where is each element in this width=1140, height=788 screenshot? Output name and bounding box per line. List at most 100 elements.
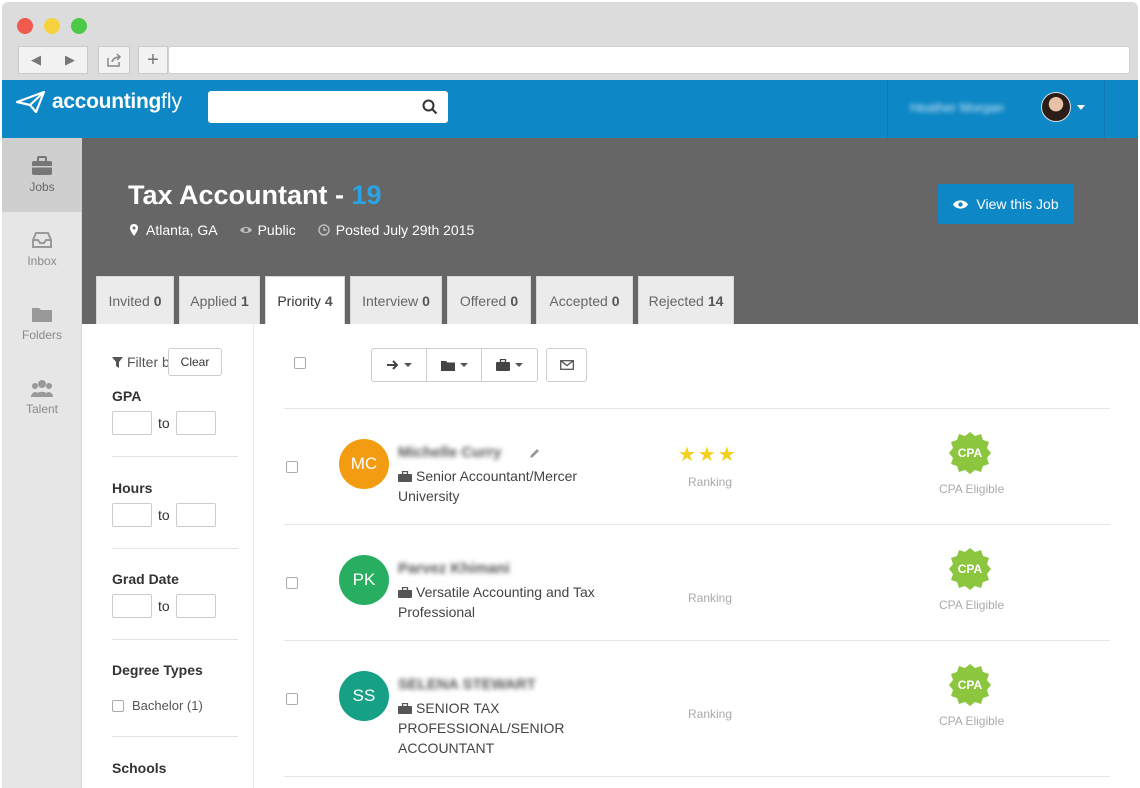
bulk-actions <box>371 348 538 382</box>
divider <box>112 736 238 737</box>
select-all-checkbox[interactable] <box>294 357 306 369</box>
forward-button[interactable]: ▶ <box>53 52 87 68</box>
tab-accepted[interactable]: Accepted 0 <box>536 276 633 324</box>
sidebar-label-inbox: Inbox <box>27 254 57 268</box>
tab-rejected[interactable]: Rejected 14 <box>638 276 734 324</box>
candidate-name[interactable]: Michelle Curry <box>398 444 501 461</box>
search-input[interactable] <box>208 91 448 123</box>
bachelor-filter[interactable]: Bachelor (1) <box>112 698 203 713</box>
divider <box>284 640 1110 641</box>
grad-date-range: to <box>112 594 216 618</box>
folder-button[interactable] <box>427 349 482 381</box>
tab-priority[interactable]: Priority 4 <box>265 276 345 324</box>
map-marker-icon <box>130 224 138 236</box>
candidate-headline: Senior Accountant/Mercer University <box>398 466 598 506</box>
new-tab-button[interactable]: + <box>138 46 168 74</box>
close-window-button[interactable] <box>17 18 33 34</box>
sidebar-item-inbox[interactable]: Inbox <box>2 212 82 286</box>
candidate-name[interactable]: Parvez Khimani <box>398 560 510 577</box>
grad-date-min-input[interactable] <box>112 594 152 618</box>
avatar[interactable]: SS <box>339 671 389 721</box>
hours-min-input[interactable] <box>112 503 152 527</box>
view-job-button[interactable]: View this Job <box>938 184 1074 224</box>
job-visibility-text: Public <box>257 222 296 238</box>
url-bar[interactable] <box>168 46 1130 74</box>
filters-panel: Filter b Clear GPA to Hours to Grad Date… <box>82 324 254 788</box>
filter-label: Filter b <box>127 354 170 370</box>
gpa-min-input[interactable] <box>112 411 152 435</box>
tab-applied[interactable]: Applied 1 <box>179 276 260 324</box>
grad-date-max-input[interactable] <box>175 594 216 618</box>
logo-text-light: fly <box>161 90 183 113</box>
folder-icon <box>440 360 455 371</box>
browser-chrome: ◀ ▶ + <box>2 2 1138 80</box>
hours-max-input[interactable] <box>175 503 216 527</box>
cpa-eligible-label: CPA Eligible <box>939 482 1005 496</box>
row-checkbox[interactable] <box>286 693 298 705</box>
tab-count: 0 <box>510 292 519 309</box>
eye-icon <box>953 199 969 209</box>
headline-text: Senior Accountant/Mercer University <box>398 468 578 504</box>
candidate-count: 19 <box>351 180 382 210</box>
hours-title: Hours <box>112 480 153 496</box>
clock-icon <box>317 224 330 236</box>
users-icon <box>31 380 53 397</box>
tab-label: Offered <box>459 292 507 309</box>
user-menu[interactable]: Heather Morgan <box>887 80 1105 138</box>
back-button[interactable]: ◀ <box>19 52 53 68</box>
degree-types-title: Degree Types <box>112 662 203 678</box>
tab-offered[interactable]: Offered 0 <box>447 276 531 324</box>
avatar[interactable] <box>1041 92 1071 122</box>
candidate-row[interactable]: PK Parvez Khimani Versatile Accounting a… <box>284 540 1110 655</box>
jobs-button[interactable] <box>482 349 537 381</box>
chevron-down-icon[interactable] <box>1077 105 1085 110</box>
accountingfly-logo[interactable]: accounting fly <box>16 90 182 114</box>
gpa-title: GPA <box>112 388 142 404</box>
search-icon[interactable] <box>422 99 438 115</box>
range-to: to <box>158 415 170 431</box>
job-location: Atlanta, GA <box>128 222 218 238</box>
divider <box>112 548 238 549</box>
cpa-text: CPA <box>958 446 983 460</box>
pencil-icon[interactable] <box>528 448 540 460</box>
gpa-range: to <box>112 411 216 435</box>
tab-invited[interactable]: Invited 0 <box>96 276 174 324</box>
maximize-window-button[interactable] <box>71 18 87 34</box>
share-button[interactable] <box>98 46 130 74</box>
job-posted-text: Posted July 29th 2015 <box>335 222 475 238</box>
cpa-badge-icon: CPA <box>949 432 991 474</box>
minimize-window-button[interactable] <box>44 18 60 34</box>
cpa-badge-icon: CPA <box>949 664 991 706</box>
sidebar-label-jobs: Jobs <box>29 180 55 194</box>
star-rating[interactable]: ★★★ <box>678 442 738 467</box>
schools-title: Schools <box>112 760 167 776</box>
chevron-down-icon <box>404 363 412 367</box>
candidate-name[interactable]: SELENA STEWART <box>398 676 536 693</box>
sidebar-item-talent[interactable]: Talent <box>2 360 82 434</box>
job-meta: Atlanta, GA Public Posted July 29th 2015 <box>128 222 474 238</box>
tab-label: Interview <box>362 292 419 309</box>
avatar[interactable]: MC <box>339 439 389 489</box>
row-checkbox[interactable] <box>286 577 298 589</box>
tab-count: 0 <box>611 292 620 309</box>
chevron-down-icon <box>515 363 523 367</box>
row-checkbox[interactable] <box>286 461 298 473</box>
candidate-row[interactable]: MC Michelle Curry Senior Accountant/Merc… <box>284 424 1110 539</box>
clear-filters-button[interactable]: Clear <box>168 348 222 376</box>
envelope-icon <box>559 360 574 370</box>
gpa-max-input[interactable] <box>175 411 216 435</box>
cpa-eligible-label: CPA Eligible <box>939 714 1005 728</box>
candidate-row[interactable]: SS SELENA STEWART SENIOR TAX PROFESSIONA… <box>284 656 1110 771</box>
range-to: to <box>158 598 170 614</box>
paper-plane-icon <box>16 90 46 114</box>
move-button[interactable] <box>372 349 427 381</box>
tab-interview[interactable]: Interview 0 <box>350 276 442 324</box>
briefcase-icon <box>398 703 412 714</box>
sidebar-item-folders[interactable]: Folders <box>2 286 82 360</box>
user-name: Heather Morgan <box>910 100 1004 114</box>
sidebar-item-jobs[interactable]: Jobs <box>2 138 82 212</box>
share-icon <box>107 53 122 67</box>
bachelor-checkbox[interactable] <box>112 699 124 712</box>
email-button[interactable] <box>546 348 587 382</box>
avatar[interactable]: PK <box>339 555 389 605</box>
